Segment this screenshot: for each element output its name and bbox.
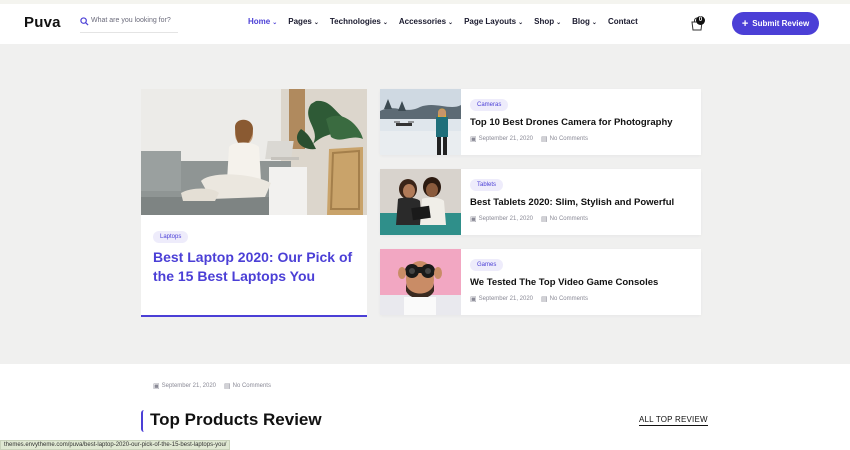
post-thumbnail[interactable] (380, 89, 461, 155)
calendar-icon: ▣ (153, 383, 160, 390)
post-card[interactable]: Tablets Best Tablets 2020: Slim, Stylish… (380, 169, 701, 235)
nav-contact[interactable]: Contact (608, 17, 638, 26)
nav-blog[interactable]: Blog ⌄ (572, 17, 597, 26)
nav-home[interactable]: Home ⌄ (248, 17, 277, 26)
main-nav: Home ⌄ Pages ⌄ Technologies ⌄ Accessories ⌄ … (248, 17, 649, 26)
category-tag[interactable]: Tablets (470, 179, 504, 191)
nav-page-layouts[interactable]: Page Layouts ⌄ (464, 17, 523, 26)
chevron-down-icon: ⌄ (272, 20, 278, 26)
search-icon (80, 17, 89, 26)
status-bar-url: themes.envytheme.com/puva/best-laptop-20… (0, 440, 231, 450)
post-date: September 21, 2020 (161, 383, 216, 389)
post-meta: ▣ September 21, 2020 ▤ No Comments (470, 135, 588, 143)
post-date: September 21, 2020 (478, 296, 533, 302)
section-title: Top Products Review (150, 410, 322, 429)
site-header: Puva What are you looking for? Home ⌄ Pag… (0, 4, 850, 44)
chevron-down-icon: ⌄ (518, 20, 524, 26)
nav-pages[interactable]: Pages ⌄ (288, 17, 319, 26)
post-title[interactable]: Top 10 Best Drones Camera for Photograph… (470, 117, 673, 128)
chevron-down-icon: ⌄ (591, 20, 597, 26)
category-tag[interactable]: Cameras (470, 99, 509, 111)
comment-icon: ▤ (224, 383, 231, 390)
chevron-down-icon: ⌄ (448, 20, 454, 26)
chevron-down-icon: ⌄ (556, 20, 562, 26)
comment-icon: ▤ (541, 296, 548, 303)
nav-label: Contact (607, 17, 638, 26)
post-meta: ▣ September 21, 2020 ▤ No Comments (153, 382, 271, 390)
plus-icon: + (741, 17, 749, 30)
category-tag[interactable]: Laptops (153, 231, 189, 243)
drone-photo (380, 89, 461, 155)
section-accent-bar (141, 410, 144, 432)
submit-review-button[interactable]: + Submit Review (732, 12, 819, 35)
category-tag[interactable]: Games (470, 259, 504, 271)
chevron-down-icon: ⌄ (382, 20, 388, 26)
post-comments[interactable]: No Comments (550, 216, 588, 222)
post-card[interactable]: Games We Tested The Top Video Game Conso… (380, 249, 701, 315)
nav-technologies[interactable]: Technologies ⌄ (330, 17, 388, 26)
nav-label: Technologies (329, 17, 381, 26)
nav-label: Pages (288, 17, 312, 26)
cart-count-badge: 0 (696, 16, 705, 25)
nav-label: Page Layouts (464, 17, 517, 26)
post-comments[interactable]: No Comments (233, 383, 271, 389)
site-logo[interactable]: Puva (24, 14, 61, 31)
submit-review-label: Submit Review (752, 19, 810, 28)
nav-accessories[interactable]: Accessories ⌄ (399, 17, 453, 26)
nav-label: Accessories (398, 17, 447, 26)
nav-shop[interactable]: Shop ⌄ (534, 17, 561, 26)
featured-post-image[interactable] (141, 89, 367, 215)
all-top-review-link[interactable]: ALL TOP REVIEW (639, 415, 708, 426)
nav-label: Shop (534, 17, 555, 26)
post-thumbnail[interactable] (380, 169, 461, 235)
laptop-woman-photo (141, 89, 367, 215)
post-date: September 21, 2020 (478, 136, 533, 142)
featured-post-title[interactable]: Best Laptop 2020: Our Pick of the 15 Bes… (153, 248, 363, 286)
calendar-icon: ▣ (470, 136, 477, 143)
tablet-friends-photo (380, 169, 461, 235)
post-date: September 21, 2020 (478, 216, 533, 222)
search-input[interactable]: What are you looking for? (91, 17, 171, 24)
chevron-down-icon: ⌄ (313, 20, 319, 26)
comment-icon: ▤ (541, 216, 548, 223)
nav-label: Blog (572, 17, 590, 26)
calendar-icon: ▣ (470, 296, 477, 303)
nav-label: Home (248, 17, 271, 26)
post-title[interactable]: Best Tablets 2020: Slim, Stylish and Pow… (470, 197, 674, 208)
comment-icon: ▤ (541, 136, 548, 143)
calendar-icon: ▣ (470, 216, 477, 223)
post-thumbnail[interactable] (380, 249, 461, 315)
post-comments[interactable]: No Comments (550, 136, 588, 142)
featured-post-card[interactable]: Laptops Best Laptop 2020: Our Pick of th… (141, 89, 367, 390)
post-meta: ▣ September 21, 2020 ▤ No Comments (470, 215, 588, 223)
search-box[interactable]: What are you looking for? (80, 15, 178, 33)
post-comments[interactable]: No Comments (550, 296, 588, 302)
binoculars-man-photo (380, 249, 461, 315)
post-title[interactable]: We Tested The Top Video Game Consoles (470, 277, 658, 288)
post-meta: ▣ September 21, 2020 ▤ No Comments (470, 295, 588, 303)
post-card[interactable]: Cameras Top 10 Best Drones Camera for Ph… (380, 89, 701, 155)
